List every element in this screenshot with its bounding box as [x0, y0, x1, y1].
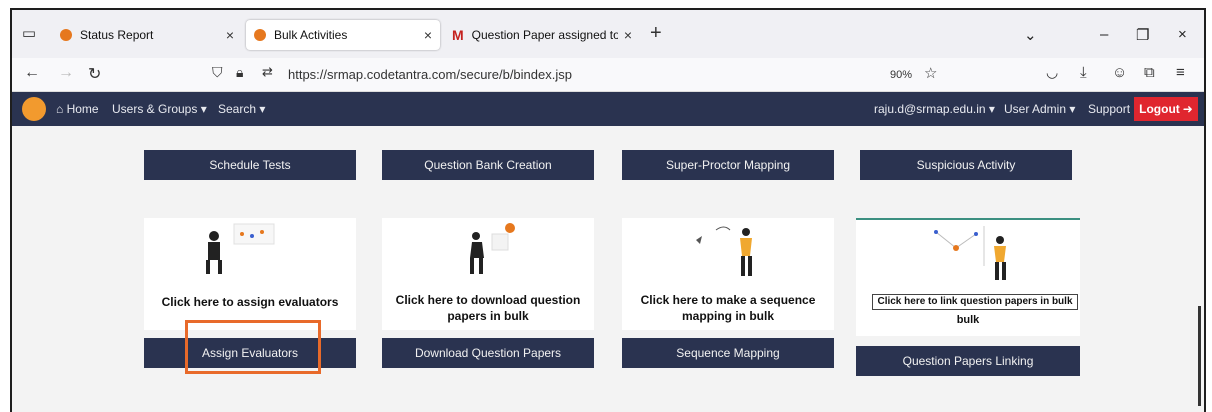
support-link[interactable]: Support [1088, 102, 1130, 116]
download-question-papers-description: Click here to download question papers i… [395, 293, 581, 323]
evaluator-illustration-icon [206, 223, 275, 274]
bulk-activities-favicon-icon [254, 29, 266, 41]
question-papers-linking-description: bulk [956, 314, 980, 326]
search-menu[interactable]: Search ▾ [218, 102, 265, 116]
sequence-mapping-card[interactable]: Click here to make a sequence mapping in… [622, 218, 834, 330]
user-admin-label: User Admin [1004, 102, 1067, 116]
tab-close-icon[interactable]: × [624, 27, 632, 43]
download-icon[interactable]: ⤓ [1080, 64, 1087, 81]
site-navbar: ⌂ Home Users & Groups ▾ Search ▾ raju.d@… [12, 92, 1204, 126]
lock-icon[interactable]: 🔒︎ [236, 64, 243, 81]
users-groups-label: Users & Groups [112, 102, 198, 116]
question-papers-linking-card[interactable]: bulk [856, 218, 1080, 336]
shield-icon[interactable]: ⛉ [212, 64, 223, 81]
super-proctor-mapping-button[interactable]: Super-Proctor Mapping [622, 150, 834, 180]
user-admin-menu[interactable]: User Admin ▾ [1004, 102, 1075, 116]
sequence-illustration-icon [696, 226, 752, 276]
download-illustration-icon [470, 223, 515, 274]
logout-button[interactable]: Logout ➜ [1134, 97, 1198, 121]
status-report-favicon-icon [60, 29, 72, 41]
tab-close-icon[interactable]: × [424, 27, 432, 43]
back-icon[interactable]: ← [24, 64, 40, 82]
highlight-annotation [185, 320, 321, 374]
suspicious-activity-button[interactable]: Suspicious Activity [860, 150, 1072, 180]
sequence-mapping-button[interactable]: Sequence Mapping [622, 338, 834, 368]
sequence-mapping-description: Click here to make a sequence mapping in… [640, 293, 816, 323]
zoom-level[interactable]: 90% [890, 69, 912, 81]
tab-title: Status Report [80, 28, 154, 42]
scrollbar-thumb[interactable] [1198, 306, 1201, 406]
url-bar[interactable]: https://srmap.codetantra.com/secure/b/bi… [288, 67, 572, 82]
minimize-icon[interactable]: – [1100, 26, 1108, 43]
tab-title: Bulk Activities [274, 28, 348, 42]
window-close-icon[interactable]: × [1178, 26, 1187, 43]
assign-evaluators-card[interactable]: Click here to assign evaluators [144, 218, 356, 330]
logout-label: Logout [1139, 102, 1180, 116]
permissions-icon[interactable]: ⇄ [262, 64, 273, 80]
home-label: Home [66, 102, 99, 116]
users-groups-menu[interactable]: Users & Groups ▾ [112, 102, 207, 116]
user-email-label: raju.d@srmap.edu.in [874, 102, 986, 116]
tab-status-report[interactable]: Status Report × [52, 20, 242, 50]
caret-down-icon: ▾ [1066, 102, 1076, 116]
user-email-menu[interactable]: raju.d@srmap.edu.in ▾ [874, 102, 995, 116]
linking-tooltip: Click here to link question papers in bu… [872, 294, 1078, 310]
caret-down-icon: ▾ [256, 102, 266, 116]
new-tab-button[interactable]: + [650, 22, 662, 45]
logout-icon: ➜ [1182, 102, 1193, 116]
linking-illustration-icon [934, 226, 1006, 280]
home-link[interactable]: ⌂ Home [56, 102, 99, 116]
caret-down-icon: ▾ [985, 102, 995, 116]
tab-bulk-activities[interactable]: Bulk Activities × [246, 20, 440, 50]
search-label: Search [218, 102, 257, 116]
schedule-tests-button[interactable]: Schedule Tests [144, 150, 356, 180]
tab-list-icon[interactable]: ▭ [18, 24, 40, 44]
browser-nav-bar: ← → ↻ ⛉ 🔒︎ ⇄ https://srmap.codetantra.co… [12, 58, 1204, 92]
account-icon[interactable]: ☺ [1112, 64, 1127, 81]
bookmark-star-icon[interactable]: ☆ [924, 64, 937, 82]
restore-icon[interactable]: ❐ [1136, 26, 1149, 44]
question-bank-creation-button[interactable]: Question Bank Creation [382, 150, 594, 180]
browser-window: ▭ Status Report × Bulk Activities × M Qu… [10, 8, 1206, 412]
pocket-icon[interactable]: ◡ [1046, 64, 1058, 81]
question-papers-linking-button[interactable]: Question Papers Linking [856, 346, 1080, 376]
caret-down-icon: ▾ [197, 102, 207, 116]
menu-icon[interactable]: ≡ [1176, 64, 1185, 81]
assign-evaluators-description: Click here to assign evaluators [161, 295, 339, 309]
download-question-papers-card[interactable]: Click here to download question papers i… [382, 218, 594, 330]
forward-icon[interactable]: → [58, 64, 74, 82]
tab-close-icon[interactable]: × [226, 27, 234, 43]
tab-question-paper-email[interactable]: M Question Paper assigned to yo × [444, 20, 640, 50]
extensions-icon[interactable]: ⧉ [1144, 64, 1155, 81]
download-question-papers-button[interactable]: Download Question Papers [382, 338, 594, 368]
bulk-activities-panel: Schedule Tests Question Bank Creation Su… [12, 126, 1204, 412]
home-icon: ⌂ [56, 102, 67, 116]
site-logo[interactable] [22, 97, 46, 121]
tab-overflow-chevron-icon[interactable]: ⌄ [1024, 26, 1037, 44]
reload-icon[interactable]: ↻ [88, 64, 101, 84]
tab-strip: ▭ Status Report × Bulk Activities × M Qu… [12, 10, 1204, 58]
tab-title: Question Paper assigned to yo [471, 28, 618, 42]
gmail-favicon-icon: M [452, 27, 464, 43]
